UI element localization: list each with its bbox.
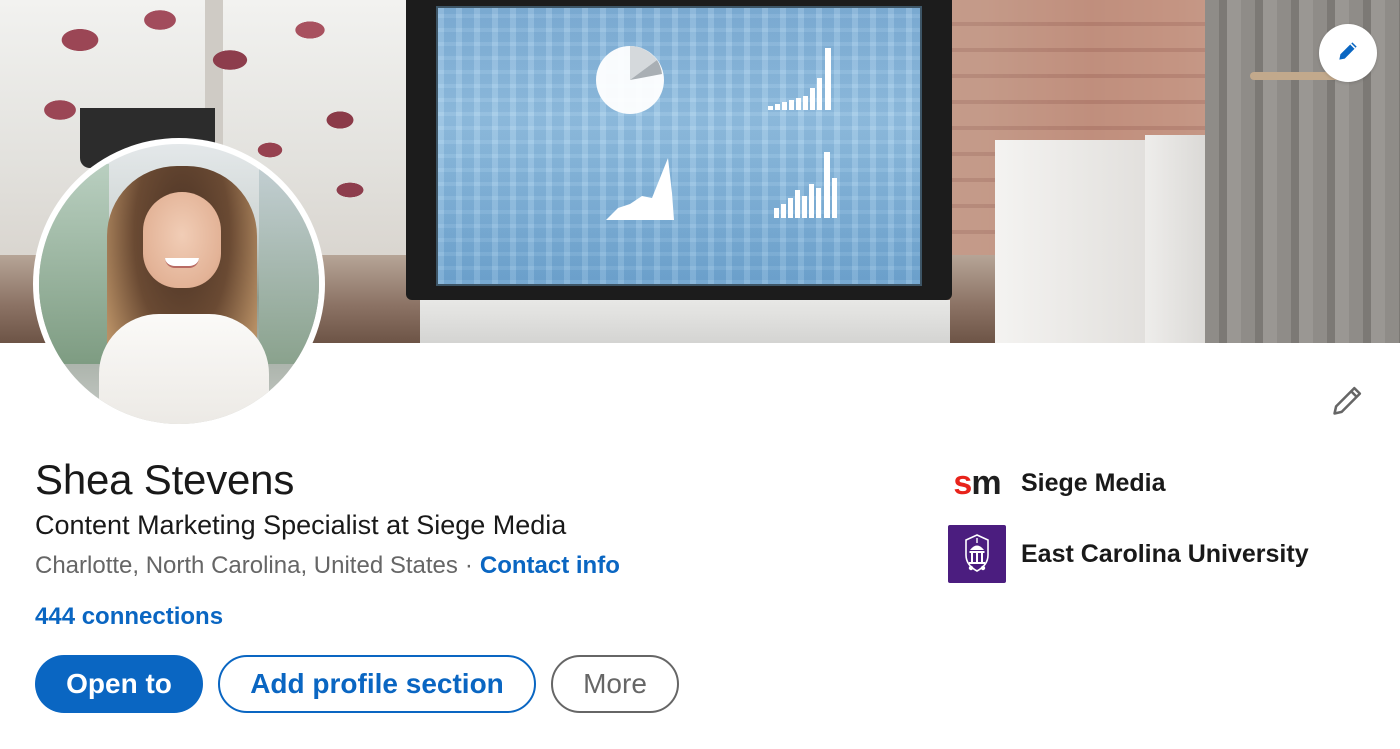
add-profile-section-button[interactable]: Add profile section bbox=[218, 655, 536, 713]
cover-monitor-screen bbox=[436, 6, 922, 286]
edit-cover-button[interactable] bbox=[1319, 24, 1377, 82]
profile-name: Shea Stevens bbox=[35, 456, 295, 503]
profile-location: Charlotte, North Carolina, United States bbox=[35, 552, 458, 579]
separator: · bbox=[464, 552, 473, 579]
company-name: Siege Media bbox=[1021, 468, 1166, 497]
profile-headline: Content Marketing Specialist at Siege Me… bbox=[35, 510, 567, 540]
profile-location-line: Charlotte, North Carolina, United States… bbox=[35, 552, 620, 580]
siege-media-logo: sm bbox=[953, 464, 1001, 502]
avatar bbox=[39, 144, 319, 424]
open-to-button[interactable]: Open to bbox=[35, 655, 203, 713]
contact-info-link[interactable]: Contact info bbox=[480, 552, 620, 579]
connections-link[interactable]: 444 connections bbox=[35, 603, 223, 631]
pencil-icon bbox=[1335, 38, 1361, 69]
edit-intro-button[interactable] bbox=[1326, 380, 1370, 424]
cover-screen-graphics bbox=[596, 46, 837, 220]
pencil-icon bbox=[1329, 381, 1367, 424]
current-company-siege-media[interactable]: sm Siege Media bbox=[948, 455, 1166, 511]
cover-white-box bbox=[995, 140, 1145, 343]
school-name: East Carolina University bbox=[1021, 539, 1309, 568]
more-button[interactable]: More bbox=[551, 655, 679, 713]
profile-photo[interactable] bbox=[33, 138, 325, 430]
education-east-carolina-university[interactable]: East Carolina University bbox=[948, 525, 1309, 583]
ecu-logo bbox=[948, 525, 1006, 583]
